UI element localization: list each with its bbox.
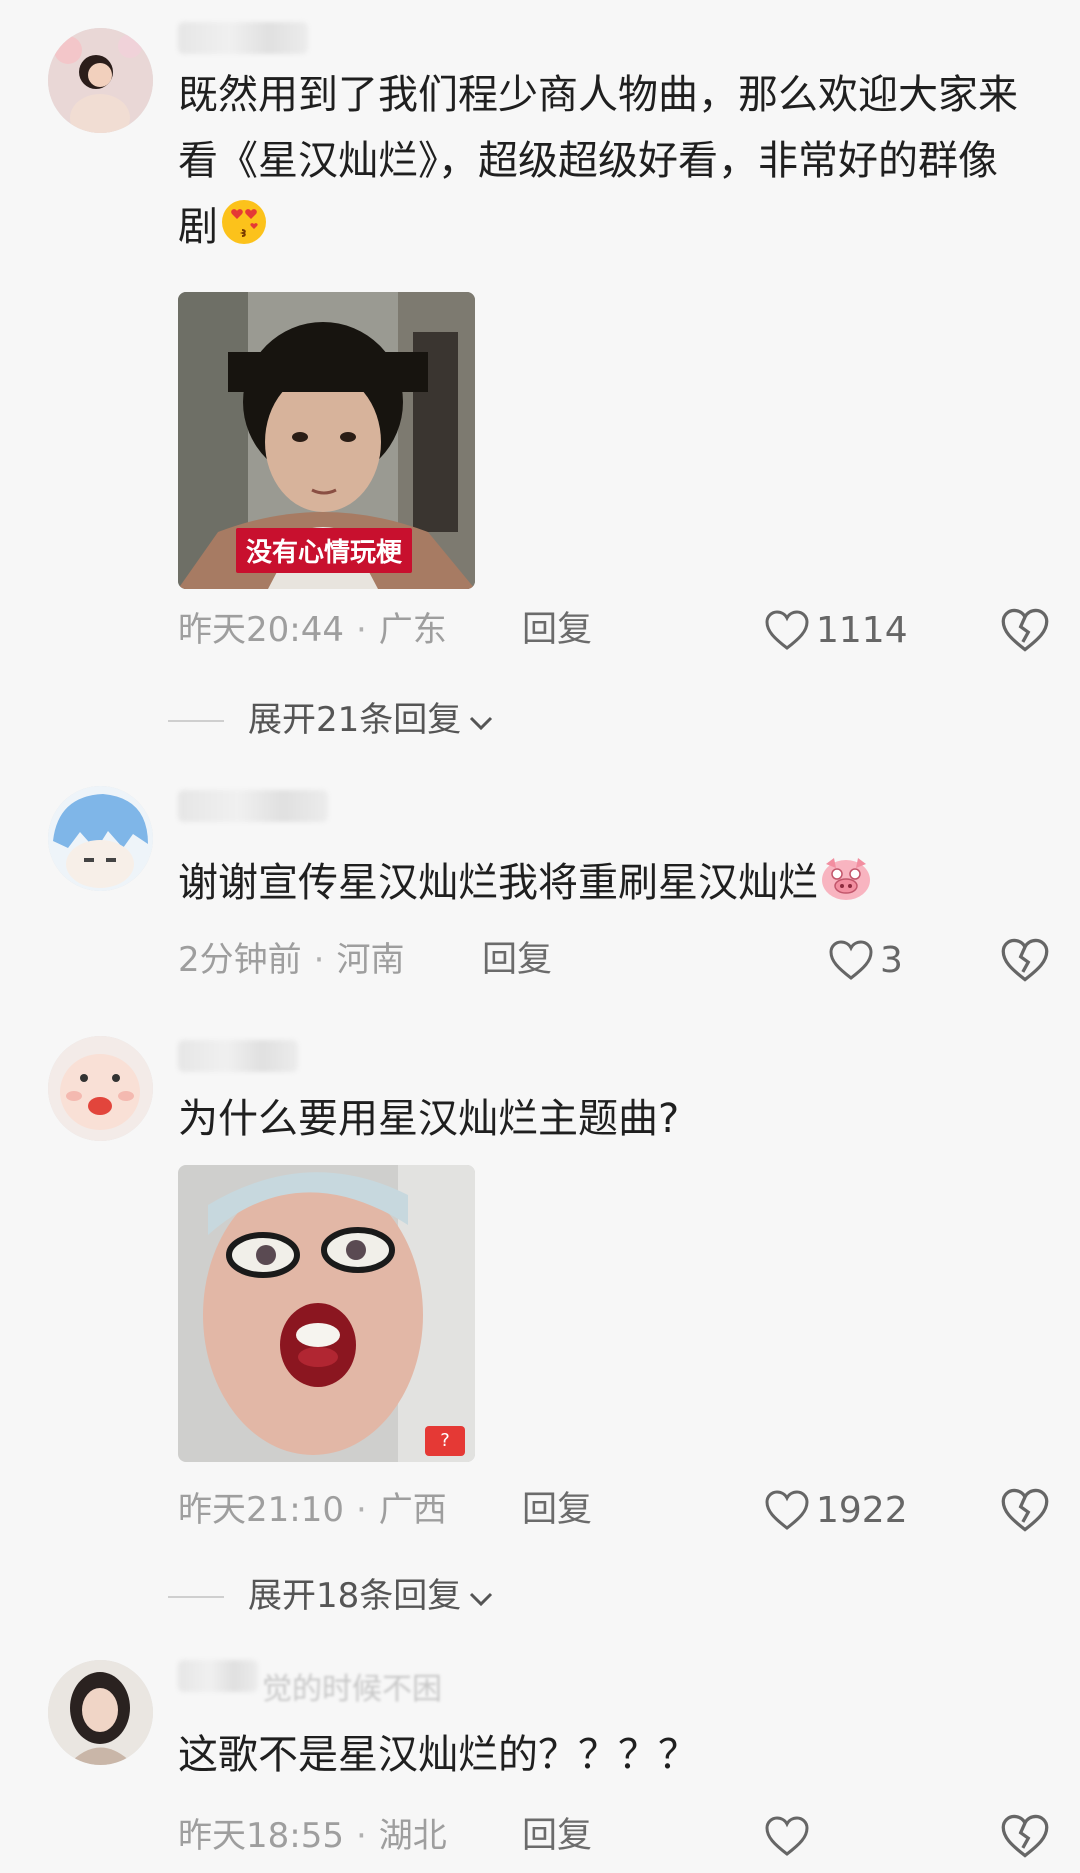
chevron-down-icon <box>467 1568 495 1628</box>
expand-label-text: 展开18条回复 <box>248 1576 462 1616</box>
time-location: 2分钟前 · 河南 <box>178 930 404 990</box>
avatar[interactable] <box>48 786 153 891</box>
broken-heart-icon <box>1001 1814 1049 1858</box>
separator: · <box>355 610 367 650</box>
divider-line <box>168 1596 224 1598</box>
image-caption: 没有心情玩梗 <box>236 528 413 573</box>
comment-image[interactable]: 没有心情玩梗 <box>178 292 475 589</box>
expand-label-text: 展开21条回复 <box>248 700 462 740</box>
dislike-button[interactable] <box>1000 1812 1050 1860</box>
username-blurred[interactable] <box>178 22 308 54</box>
avatar-photo <box>48 28 153 133</box>
like-count: 1114 <box>816 609 908 651</box>
comment-location: 广东 <box>378 610 447 650</box>
like-count: 1922 <box>816 1489 908 1531</box>
separator: · <box>313 940 325 980</box>
chevron-down-icon <box>467 692 495 752</box>
face-makeup-photo <box>178 1165 475 1462</box>
broken-heart-icon <box>1001 1488 1049 1532</box>
avatar[interactable] <box>48 1660 153 1765</box>
reply-button[interactable]: 回复 <box>522 1806 592 1866</box>
username-blurred[interactable] <box>178 1660 258 1692</box>
expand-replies[interactable]: 展开21条回复 <box>0 690 1080 750</box>
avatar-photo <box>48 786 153 891</box>
comment-location: 河南 <box>336 940 405 980</box>
dislike-button[interactable] <box>1000 606 1050 654</box>
avatar-photo <box>48 1660 153 1765</box>
comment-text: 既然用到了我们程少商人物曲，那么欢迎大家来看《星汉灿烂》，超级超级好看，非常好的… <box>178 62 1028 266</box>
comment-image[interactable]: ? <box>178 1165 475 1462</box>
avatar[interactable] <box>48 28 153 133</box>
comment-meta: 2分钟前 · 河南 回复 3 <box>0 930 1080 990</box>
username-blurred[interactable] <box>178 1040 298 1072</box>
reply-button[interactable]: 回复 <box>482 930 552 990</box>
comment-text: 谢谢宣传星汉灿烂我将重刷星汉灿烂 <box>178 850 1028 922</box>
broken-heart-icon <box>1001 608 1049 652</box>
heart-icon <box>765 610 809 650</box>
comment-time: 昨天18:55 <box>178 1816 344 1856</box>
like-count: 3 <box>880 939 903 981</box>
separator: · <box>355 1816 367 1856</box>
kissing-heart-emoji <box>220 198 268 266</box>
reply-button[interactable]: 回复 <box>522 600 592 660</box>
broken-heart-icon <box>1001 938 1049 982</box>
username[interactable]: 觉的时候不困 <box>262 1664 442 1708</box>
media-badge: ? <box>425 1426 465 1456</box>
heart-icon <box>829 940 873 980</box>
expand-replies-label[interactable]: 展开21条回复 <box>248 690 495 752</box>
heart-icon <box>765 1816 809 1856</box>
time-location: 昨天18:55 · 湖北 <box>178 1806 447 1866</box>
comment-time: 昨天20:44 <box>178 610 344 650</box>
like-button[interactable]: 3 <box>828 930 903 990</box>
comment-time: 昨天21:10 <box>178 1490 344 1530</box>
expand-replies[interactable]: 展开18条回复 <box>0 1566 1080 1626</box>
comment-meta: 昨天21:10 · 广西 回复 1922 <box>0 1480 1080 1540</box>
avatar-photo <box>48 1036 153 1141</box>
time-location: 昨天21:10 · 广西 <box>178 1480 447 1540</box>
like-button[interactable]: 1114 <box>764 600 908 660</box>
divider-line <box>168 720 224 722</box>
time-location: 昨天20:44 · 广东 <box>178 600 447 660</box>
comment-meta: 昨天18:55 · 湖北 回复 <box>0 1806 1080 1866</box>
comment-time: 2分钟前 <box>178 940 302 980</box>
separator: · <box>355 1490 367 1530</box>
pig-face-emoji <box>820 854 872 922</box>
comment-location: 广西 <box>378 1490 447 1530</box>
reply-button[interactable]: 回复 <box>522 1480 592 1540</box>
like-button[interactable] <box>764 1806 810 1866</box>
avatar[interactable] <box>48 1036 153 1141</box>
comment-item: 既然用到了我们程少商人物曲，那么欢迎大家来看《星汉灿烂》，超级超级好看，非常好的… <box>0 0 1080 740</box>
comment-meta: 昨天20:44 · 广东 回复 1114 <box>0 600 1080 660</box>
comment-text: 为什么要用星汉灿烂主题曲? <box>178 1096 680 1142</box>
dislike-button[interactable] <box>1000 936 1050 984</box>
expand-replies-label[interactable]: 展开18条回复 <box>248 1566 495 1628</box>
username-blurred[interactable] <box>178 790 328 822</box>
dislike-button[interactable] <box>1000 1486 1050 1534</box>
comment-location: 湖北 <box>378 1816 447 1856</box>
comment-text: 这歌不是星汉灿烂的？？？？ <box>178 1732 698 1778</box>
heart-icon <box>765 1490 809 1530</box>
like-button[interactable]: 1922 <box>764 1480 908 1540</box>
